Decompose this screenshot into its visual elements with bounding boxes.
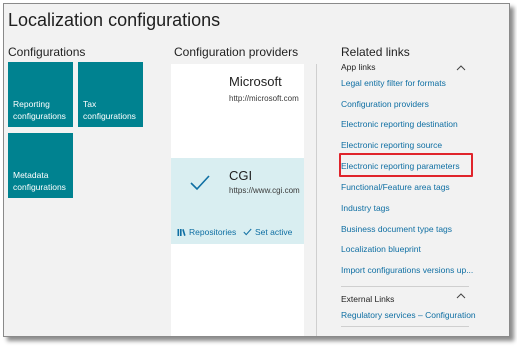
tile-tax-configurations[interactable]: Tax configurations bbox=[78, 62, 143, 127]
link-import-configurations-versions[interactable]: Import configurations versions up... bbox=[341, 265, 473, 275]
link-industry-tags[interactable]: Industry tags bbox=[341, 203, 390, 213]
provider-card-cgi[interactable]: CGI https://www.cgi.com Repositories Set… bbox=[171, 158, 304, 244]
repositories-button[interactable]: Repositories bbox=[177, 227, 236, 237]
section-divider bbox=[341, 326, 469, 327]
configurations-heading: Configurations bbox=[8, 45, 86, 59]
chevron-up-icon[interactable] bbox=[456, 64, 466, 71]
link-electronic-reporting-destination[interactable]: Electronic reporting destination bbox=[341, 119, 458, 129]
configuration-providers-heading: Configuration providers bbox=[174, 45, 299, 59]
panel-divider bbox=[316, 64, 317, 336]
tile-label-line2: configurations bbox=[13, 182, 66, 192]
link-regulatory-services-configuration[interactable]: Regulatory services – Configuration bbox=[341, 310, 476, 320]
tile-metadata-configurations[interactable]: Metadata configurations bbox=[8, 133, 73, 198]
provider-url: https://www.cgi.com bbox=[229, 186, 300, 195]
set-active-label: Set active bbox=[255, 227, 293, 237]
related-links-heading: Related links bbox=[341, 45, 410, 59]
localization-configurations-window: Localization configurations Configuratio… bbox=[3, 3, 510, 337]
link-legal-entity-filter[interactable]: Legal entity filter for formats bbox=[341, 78, 446, 88]
app-links-header: App links bbox=[341, 62, 376, 72]
chevron-up-icon[interactable] bbox=[456, 292, 466, 299]
link-business-document-type-tags[interactable]: Business document type tags bbox=[341, 224, 452, 234]
providers-list: Microsoft http://microsoft.com CGI https… bbox=[171, 64, 304, 336]
tile-label-line1: Reporting bbox=[13, 99, 50, 109]
set-active-button[interactable]: Set active bbox=[243, 227, 292, 237]
link-configuration-providers[interactable]: Configuration providers bbox=[341, 99, 429, 109]
library-icon bbox=[177, 228, 186, 236]
checkmark-icon bbox=[190, 175, 210, 191]
provider-name: Microsoft bbox=[229, 74, 282, 89]
tile-reporting-configurations[interactable]: Reporting configurations bbox=[8, 62, 73, 127]
link-localization-blueprint[interactable]: Localization blueprint bbox=[341, 244, 421, 254]
link-functional-feature-area-tags[interactable]: Functional/Feature area tags bbox=[341, 182, 450, 192]
tile-label-line2: configurations bbox=[13, 111, 66, 121]
external-links-header: External Links bbox=[341, 294, 395, 304]
page-title: Localization configurations bbox=[8, 10, 221, 30]
highlight-box bbox=[339, 153, 473, 177]
section-divider bbox=[341, 286, 469, 287]
tile-label-line1: Metadata bbox=[13, 170, 49, 180]
provider-name: CGI bbox=[229, 168, 253, 183]
link-electronic-reporting-source[interactable]: Electronic reporting source bbox=[341, 140, 442, 150]
checkmark-icon bbox=[243, 228, 252, 236]
tile-label-line1: Tax bbox=[83, 99, 97, 109]
provider-card-microsoft[interactable]: Microsoft http://microsoft.com bbox=[171, 64, 304, 154]
tile-label-line2: configurations bbox=[83, 111, 136, 121]
repositories-label: Repositories bbox=[189, 227, 237, 237]
provider-url: http://microsoft.com bbox=[229, 94, 299, 103]
